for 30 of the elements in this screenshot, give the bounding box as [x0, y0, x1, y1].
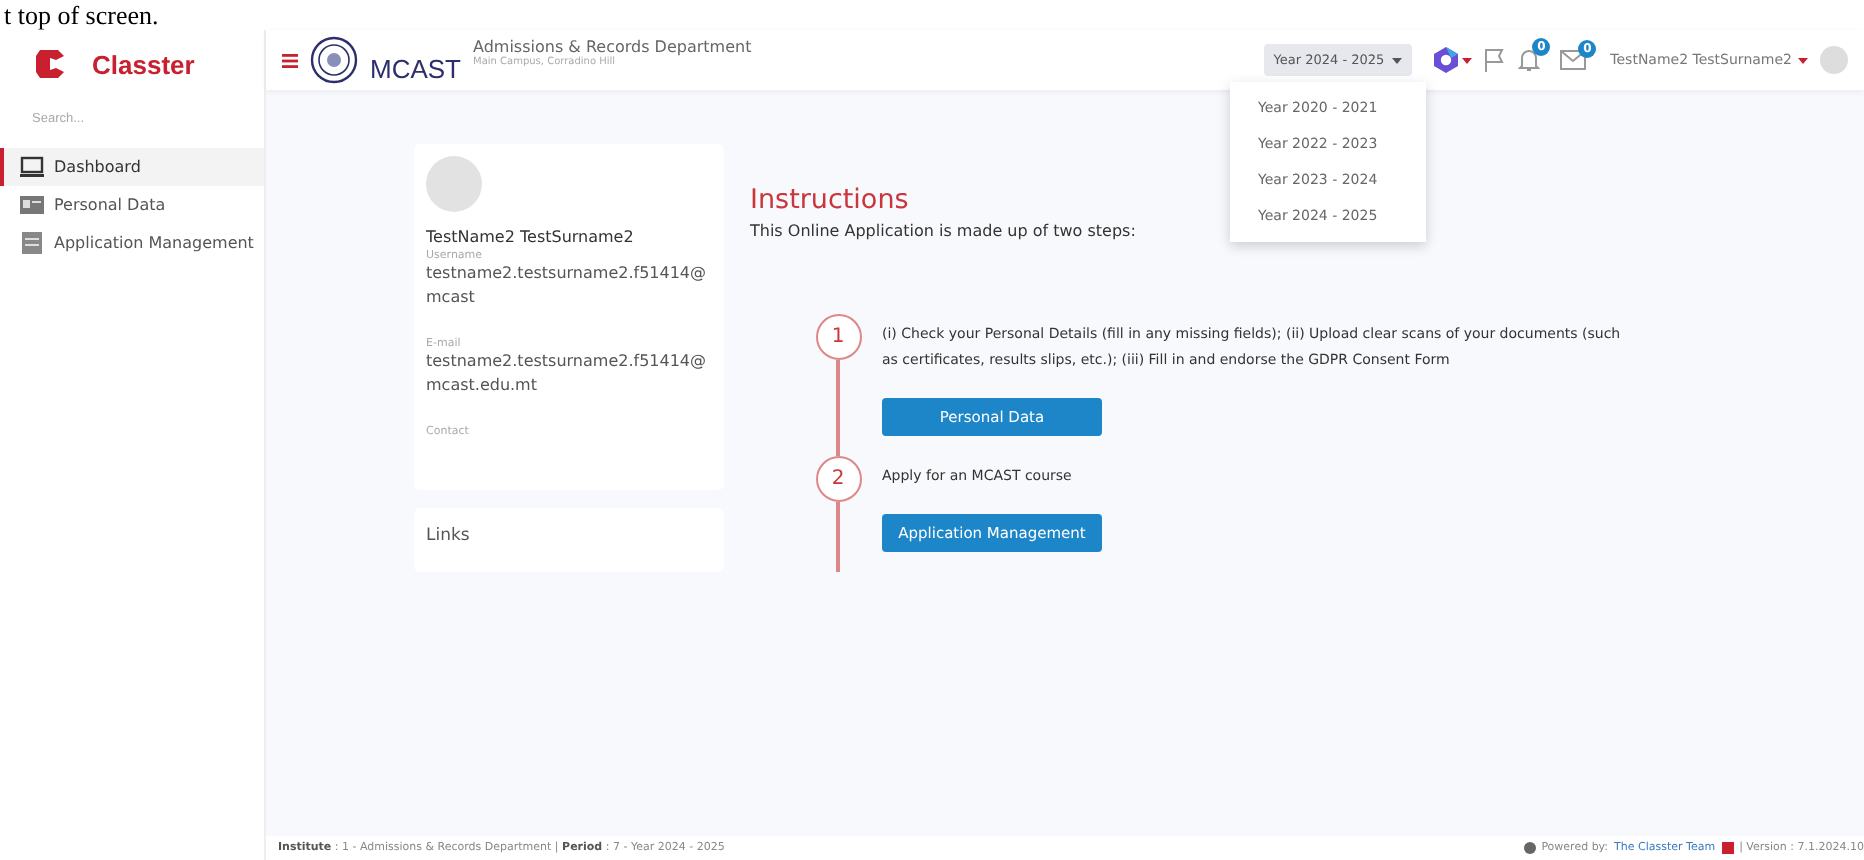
field-value: testname2.testsurname2.f51414@mcast.edu.mt [426, 350, 709, 398]
monitor-icon [20, 156, 44, 178]
intro-text: This Online Application is made up of two steps: [750, 222, 1138, 240]
sidebar-item[interactable]: Application Management [0, 224, 264, 262]
logo-icon [1721, 842, 1734, 854]
step-number: 1 [815, 314, 861, 360]
document-icon [20, 232, 44, 254]
caption-text: t top of screen. [2, 0, 159, 30]
caret-icon [1462, 57, 1473, 63]
brand-name: Classter [92, 49, 195, 79]
sidebar-item[interactable]: Personal Data [0, 186, 264, 224]
mail-icon[interactable] [1560, 50, 1587, 70]
seal-icon [310, 36, 358, 84]
globe-icon [1523, 842, 1536, 854]
caret-icon [1392, 57, 1403, 63]
id-card-icon [20, 194, 44, 216]
hexagon-logo-icon[interactable] [1432, 46, 1461, 74]
brand-name: MCAST [370, 53, 461, 83]
instructions-title: Instructions [750, 184, 909, 216]
sidebar-item[interactable]: Dashboard [0, 148, 264, 186]
department-title: Admissions & Records Department [473, 37, 752, 55]
caret-icon [1798, 57, 1808, 63]
avatar-icon [426, 156, 482, 212]
bell-icon[interactable] [1518, 48, 1541, 72]
menu-icon[interactable] [282, 53, 298, 67]
field-value: testname2.testsurname2.f51414@mcast [426, 262, 709, 310]
profile-name: TestName2 TestSurname2 [426, 228, 636, 246]
links-card: Links [414, 508, 724, 572]
step-number: 2 [815, 456, 861, 502]
flag-icon[interactable] [1484, 48, 1507, 72]
